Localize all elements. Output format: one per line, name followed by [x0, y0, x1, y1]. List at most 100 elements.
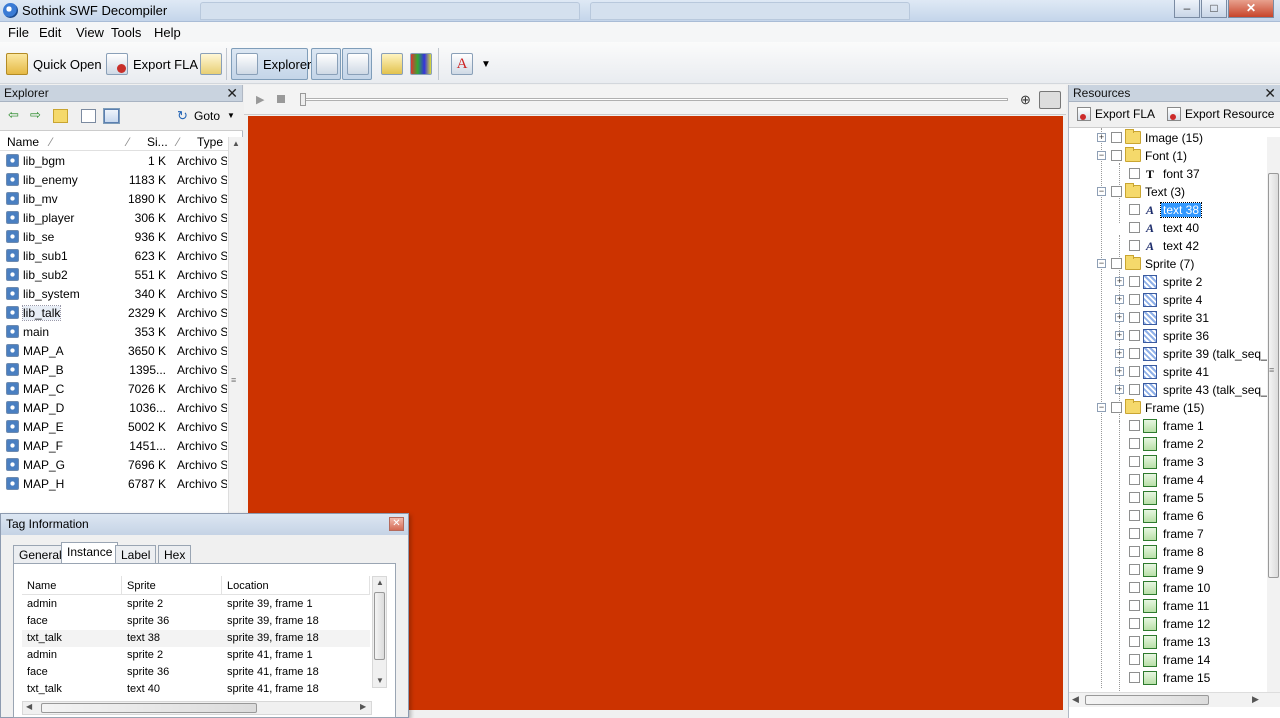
tree-checkbox[interactable] [1129, 312, 1140, 323]
font-button[interactable]: A [447, 48, 477, 80]
tree-node-text[interactable]: Atext 38 [1069, 201, 1267, 219]
tree-node-frame[interactable]: frame 5 [1069, 489, 1267, 507]
tree-node-sprite[interactable]: + sprite 4 [1069, 291, 1267, 309]
expand-icon[interactable]: + [1115, 313, 1124, 322]
tree-checkbox[interactable] [1129, 492, 1140, 503]
expand-icon[interactable]: + [1115, 331, 1124, 340]
scroll-right-icon[interactable]: ▶ [360, 702, 366, 711]
resources-close-icon[interactable]: ✕ [1264, 85, 1276, 101]
file-row[interactable]: MAP_E 5002 K Archivo S [0, 417, 228, 436]
tree-checkbox[interactable] [1129, 636, 1140, 647]
tree-checkbox[interactable] [1129, 240, 1140, 251]
scroll-thumb[interactable] [41, 703, 257, 713]
scroll-thumb[interactable] [1085, 695, 1209, 705]
goto-button[interactable]: Goto [194, 109, 220, 123]
scroll-right-icon[interactable]: ▶ [1252, 694, 1259, 705]
menu-help[interactable]: Help [154, 25, 181, 40]
tree-checkbox[interactable] [1129, 510, 1140, 521]
scroll-left-icon[interactable]: ◀ [26, 702, 32, 711]
menu-view[interactable]: View [76, 25, 104, 40]
tree-node-folder[interactable]: − Text (3) [1069, 183, 1267, 201]
tree-checkbox[interactable] [1129, 654, 1140, 665]
tree-checkbox[interactable] [1129, 672, 1140, 683]
scroll-thumb[interactable] [1268, 173, 1279, 578]
column-name[interactable]: Name [22, 576, 122, 595]
tree-node-font[interactable]: Tfont 37 [1069, 165, 1267, 183]
tree-checkbox[interactable] [1129, 474, 1140, 485]
scroll-up-icon[interactable]: ▲ [376, 578, 384, 587]
tree-node-sprite[interactable]: + sprite 36 [1069, 327, 1267, 345]
tree-node-sprite[interactable]: + sprite 39 (talk_seq_ [1069, 345, 1267, 363]
tree-node-folder[interactable]: + Image (15) [1069, 129, 1267, 147]
file-row[interactable]: lib_mv 1890 K Archivo S [0, 189, 228, 208]
tree-node-text[interactable]: Atext 40 [1069, 219, 1267, 237]
scroll-up-icon[interactable]: ▲ [232, 139, 240, 148]
expand-icon[interactable]: + [1115, 385, 1124, 394]
tree-checkbox[interactable] [1129, 294, 1140, 305]
expand-icon[interactable]: + [1115, 367, 1124, 376]
tag-info-button[interactable] [377, 48, 407, 80]
instance-row[interactable]: face sprite 36 sprite 41, frame 18 [22, 664, 370, 681]
file-row[interactable]: main 353 K Archivo S [0, 322, 228, 341]
tree-node-frame[interactable]: frame 13 [1069, 633, 1267, 651]
tree-checkbox[interactable] [1129, 456, 1140, 467]
collapse-icon[interactable]: − [1097, 151, 1106, 160]
tree-checkbox[interactable] [1111, 402, 1122, 413]
timeline-thumb[interactable] [300, 93, 306, 106]
list-view-icon[interactable] [81, 109, 96, 123]
tab-label[interactable]: Label [115, 545, 157, 563]
menu-edit[interactable]: Edit [39, 25, 61, 40]
tree-checkbox[interactable] [1129, 204, 1140, 215]
tree-checkbox[interactable] [1129, 384, 1140, 395]
tree-node-frame[interactable]: frame 9 [1069, 561, 1267, 579]
font-dropdown-arrow-icon[interactable]: ▼ [477, 48, 495, 80]
file-row[interactable]: lib_enemy 1183 K Archivo S [0, 170, 228, 189]
file-row[interactable]: MAP_H 6787 K Archivo S [0, 474, 228, 493]
file-row[interactable]: lib_bgm 1 K Archivo S [0, 151, 228, 170]
file-row[interactable]: lib_sub2 551 K Archivo S [0, 265, 228, 284]
details-view-icon[interactable] [103, 108, 120, 124]
file-row[interactable]: MAP_F 1451... Archivo S [0, 436, 228, 455]
menu-tools[interactable]: Tools [111, 25, 141, 40]
file-row[interactable]: MAP_A 3650 K Archivo S [0, 341, 228, 360]
tree-node-frame[interactable]: frame 6 [1069, 507, 1267, 525]
tree-checkbox[interactable] [1111, 258, 1122, 269]
stop-icon[interactable] [277, 95, 285, 103]
tree-checkbox[interactable] [1129, 222, 1140, 233]
tree-node-folder[interactable]: − Frame (15) [1069, 399, 1267, 417]
tree-node-frame[interactable]: frame 4 [1069, 471, 1267, 489]
file-row[interactable]: lib_sub1 623 K Archivo S [0, 246, 228, 265]
tree-checkbox[interactable] [1129, 618, 1140, 629]
minimize-button[interactable]: – [1174, 0, 1200, 18]
tree-checkbox[interactable] [1129, 330, 1140, 341]
resources-hscrollbar[interactable]: ◀ ▶ [1069, 692, 1280, 707]
column-sprite[interactable]: Sprite [122, 576, 222, 595]
tree-node-folder[interactable]: − Font (1) [1069, 147, 1267, 165]
tree-node-sprite[interactable]: + sprite 43 (talk_seq_ [1069, 381, 1267, 399]
forward-arrow-icon[interactable]: ⇨ [30, 107, 45, 122]
tree-checkbox[interactable] [1129, 438, 1140, 449]
collapse-icon[interactable]: − [1097, 259, 1106, 268]
tree-checkbox[interactable] [1129, 600, 1140, 611]
back-arrow-icon[interactable]: ⇦ [8, 107, 23, 122]
tree-checkbox[interactable] [1129, 168, 1140, 179]
zoom-100-icon[interactable] [1039, 91, 1061, 109]
layout-single-button[interactable] [311, 48, 341, 80]
zoom-icon[interactable]: ⊕ [1020, 92, 1031, 108]
quick-open-button[interactable]: Quick Open [2, 48, 106, 80]
goto-dropdown-icon[interactable]: ▼ [227, 111, 235, 120]
column-name[interactable]: Name [7, 135, 39, 149]
tree-node-sprite[interactable]: + sprite 41 [1069, 363, 1267, 381]
tree-node-frame[interactable]: frame 3 [1069, 453, 1267, 471]
collapse-icon[interactable]: − [1097, 187, 1106, 196]
column-location[interactable]: Location [222, 576, 370, 595]
play-icon[interactable]: ▶ [256, 93, 264, 106]
tree-checkbox[interactable] [1129, 420, 1140, 431]
table-vscrollbar[interactable]: ▲ ▼ [372, 576, 387, 688]
tree-node-frame[interactable]: frame 2 [1069, 435, 1267, 453]
file-row[interactable]: lib_player 306 K Archivo S [0, 208, 228, 227]
tree-node-frame[interactable]: frame 11 [1069, 597, 1267, 615]
tree-node-folder[interactable]: − Sprite (7) [1069, 255, 1267, 273]
expand-icon[interactable]: + [1115, 277, 1124, 286]
file-row[interactable]: MAP_C 7026 K Archivo S [0, 379, 228, 398]
